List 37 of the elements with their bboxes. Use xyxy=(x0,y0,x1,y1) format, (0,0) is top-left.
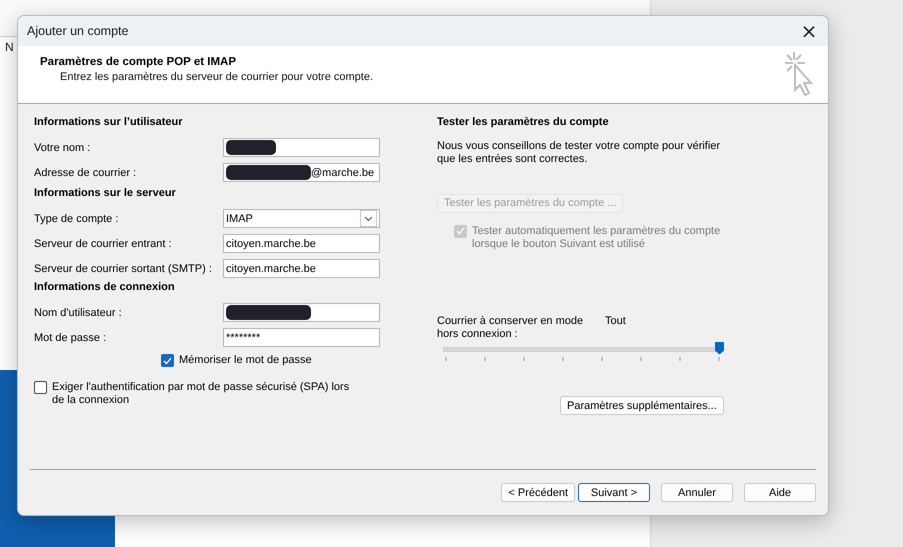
spa-checkbox[interactable]: Exiger l'authentification par mot de passe sécurisé (SPA) lors de la connexion xyxy=(34,381,414,407)
section-title: Informations sur le serveur xyxy=(34,187,177,201)
field-label: Mot de passe : xyxy=(34,332,108,344)
offline-mail-label: Courrier à conserver en mode hors connexion : xyxy=(437,314,584,340)
field-label: Serveur de courrier entrant : xyxy=(34,238,173,250)
app-text: N xyxy=(5,40,14,54)
remember-password-checkbox[interactable]: Mémoriser le mot de passe xyxy=(161,354,312,367)
section-title: Tester les paramètres du compte xyxy=(437,116,610,130)
slider[interactable] xyxy=(443,342,724,356)
dialog-button[interactable]: < Précédent xyxy=(501,483,575,502)
field-label: Votre nom : xyxy=(34,142,92,154)
field-label: Adresse de courrier : xyxy=(34,166,138,178)
window-title: Ajouter un compte xyxy=(27,24,128,38)
input-field[interactable]: @marche.be xyxy=(223,163,380,182)
slider-thumb[interactable] xyxy=(715,342,724,354)
section-title: Informations sur l’utilisateur xyxy=(34,116,184,130)
dialog-button[interactable]: Annuler xyxy=(661,483,733,502)
header-subtitle: Entrez les paramètres du serveur de courrier pour votre compte. xyxy=(59,71,374,83)
dialog-button[interactable]: Suivant > xyxy=(578,483,650,502)
close-button[interactable]: × xyxy=(794,16,824,46)
field-label: Type de compte : xyxy=(34,212,120,224)
more-settings-button[interactable]: Paramètres supplémentaires... xyxy=(560,396,724,415)
input-field[interactable]: ******** xyxy=(223,328,380,347)
input-field[interactable] xyxy=(223,138,380,157)
header-title: Paramètres de compte POP et IMAP xyxy=(40,56,237,68)
field-label: Nom d'utilisateur : xyxy=(34,306,123,318)
account-type-dropdown[interactable]: IMAP xyxy=(223,209,380,228)
input-field[interactable]: citoyen.marche.be xyxy=(223,234,380,253)
dialog-button[interactable]: Aide xyxy=(744,483,816,502)
input-field[interactable] xyxy=(223,303,380,322)
field-label: Serveur de courrier sortant (SMTP) : xyxy=(34,262,213,274)
chevron-down-icon xyxy=(360,210,377,227)
test-description: Nous vous conseillons de tester votre compte pour vérifier que les entrées sont correctes. xyxy=(437,140,722,166)
input-field[interactable]: citoyen.marche.be xyxy=(223,259,380,278)
slider-reading: Tout xyxy=(605,314,626,326)
redaction-mark xyxy=(226,140,276,155)
section-title: Informations de connexion xyxy=(34,281,176,295)
